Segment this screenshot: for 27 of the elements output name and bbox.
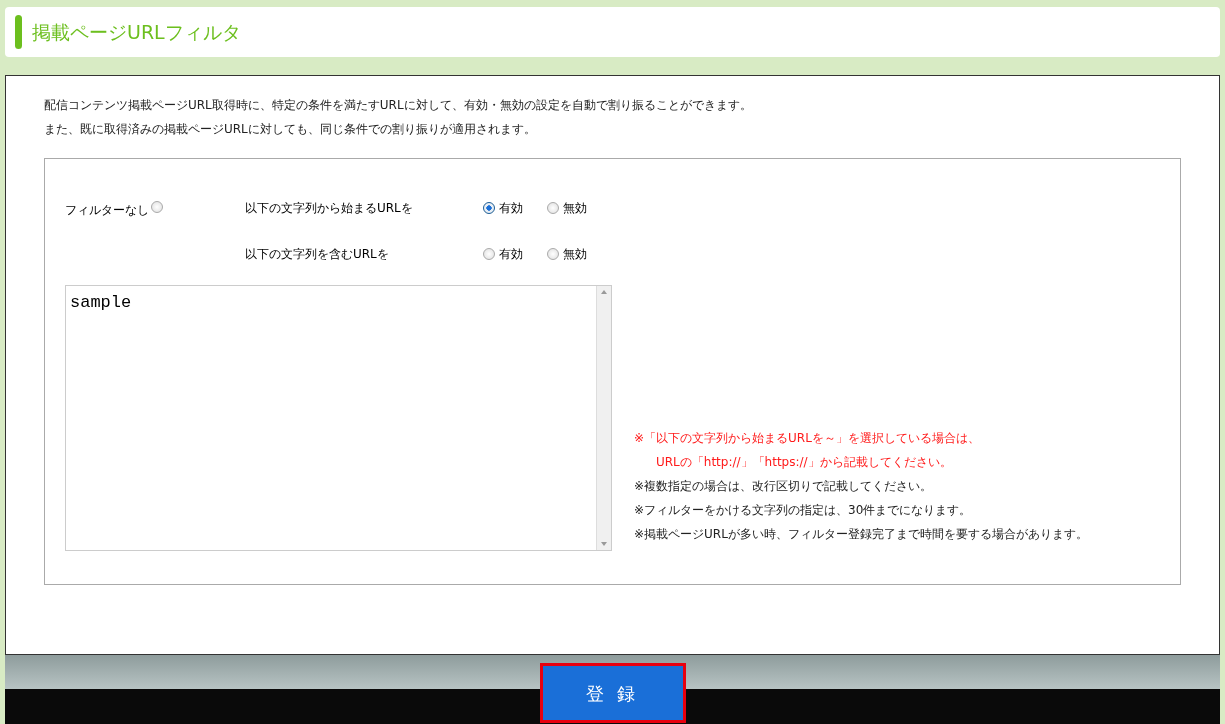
description-text: また、既に取得済みの掲載ページURLに対しても、同じ条件での割り振りが適用されます。: [44, 121, 537, 138]
description-text: 配信コンテンツ掲載ページURL取得時に、特定の条件を満たすURLに対して、有効・無効の設定を自動で割り振ることができます。: [44, 97, 753, 114]
scrollbar[interactable]: [596, 286, 611, 550]
radio-label: フィルターなし: [65, 202, 149, 219]
radio-button[interactable]: [151, 201, 163, 213]
note-text: ※掲載ページURLが多い時、フィルター登録完了まで時間を要する場合があります。: [634, 526, 1088, 543]
accent-bar: [15, 15, 22, 49]
radio-label: 無効: [563, 200, 587, 217]
note-text: ※フィルターをかける文字列の指定は、30件までになります。: [634, 502, 973, 519]
url-textarea[interactable]: sample: [65, 285, 612, 551]
radio-button[interactable]: [483, 248, 495, 260]
rule-label: 以下の文字列を含むURLを: [245, 246, 390, 263]
submit-button[interactable]: 登 録: [539, 663, 686, 723]
radio-label: 有効: [499, 200, 523, 217]
textarea-value: sample: [70, 293, 132, 312]
radio-button[interactable]: [547, 202, 559, 214]
scroll-up-icon[interactable]: [601, 290, 607, 294]
radio-button[interactable]: [547, 248, 559, 260]
page-title: 掲載ページURLフィルタ: [32, 19, 241, 45]
note-text: ※複数指定の場合は、改行区切りで記載してください。: [634, 478, 934, 495]
radio-button[interactable]: [483, 202, 495, 214]
scroll-down-icon[interactable]: [601, 542, 607, 546]
rule-label: 以下の文字列から始まるURLを: [245, 200, 414, 217]
note-text: URLの「http://」「https://」から記載してください。: [655, 454, 953, 471]
note-text: ※「以下の文字列から始まるURLを～」を選択している場合は、: [634, 430, 981, 447]
radio-label: 有効: [499, 246, 523, 263]
radio-label: 無効: [563, 246, 587, 263]
